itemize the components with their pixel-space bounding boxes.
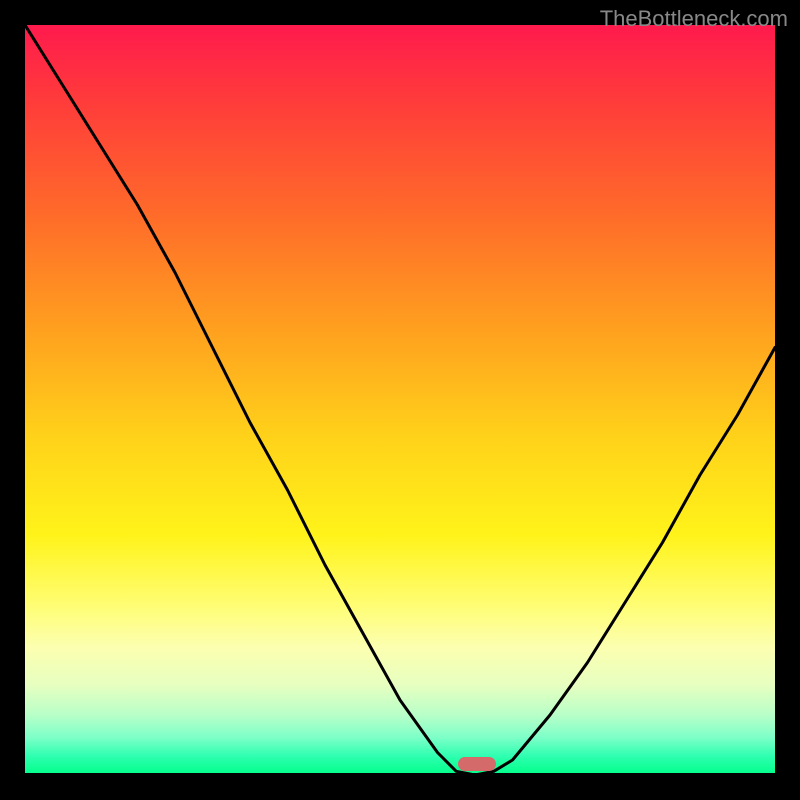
watermark-text: TheBottleneck.com [600,6,788,32]
optimal-marker [458,757,496,771]
plot-area [25,25,775,775]
bottleneck-curve [25,25,775,775]
